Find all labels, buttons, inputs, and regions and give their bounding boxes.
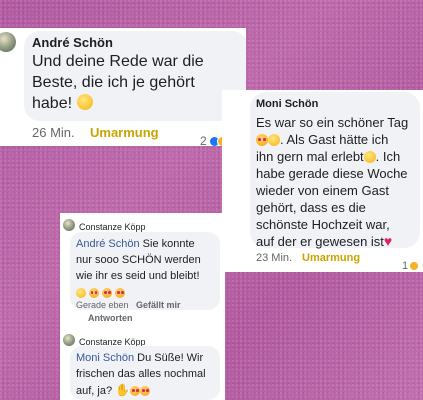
- hug-reaction-button[interactable]: Umarmung: [90, 125, 159, 140]
- avatar[interactable]: [63, 334, 75, 346]
- reply-text: André Schön Sie konnte nur sooo SCHÖN we…: [76, 236, 218, 301]
- blush-emoji-icon: [363, 151, 376, 163]
- reply-text: Moni Schön Du Süße! Wir frischen das all…: [76, 350, 218, 399]
- heart-eyes-emoji-icon: [102, 288, 113, 298]
- praying-hands-icon: ✋: [115, 383, 131, 397]
- reply-line: frischen das alles nochmal: [76, 368, 206, 380]
- reply-line: nur sooo SCHÖN werden: [76, 254, 201, 266]
- heart-eyes-emoji-icon: [140, 386, 151, 396]
- comment-line-text: Ich: [382, 149, 401, 164]
- heart-eyes-emoji-icon: [115, 288, 126, 298]
- comment-timestamp[interactable]: 26 Min.: [32, 125, 75, 140]
- reaction-count: 2: [200, 134, 207, 146]
- comment-text: Es war so ein schöner Tag . Als Gast hät…: [256, 114, 418, 250]
- comment-line-text: ihn gern mal erlebt: [256, 149, 364, 164]
- mention-link[interactable]: Moni Schön: [76, 352, 134, 364]
- reaction-count: 1: [402, 260, 409, 272]
- smile-emoji-icon: [76, 94, 93, 110]
- emoji-row: [76, 285, 218, 301]
- heart-eyes-emoji-icon: [256, 134, 268, 146]
- comment-line: . Als Gast hätte ich: [256, 131, 418, 148]
- reply-line-text: Du Süße! Wir: [137, 352, 204, 364]
- smile-emoji-icon: [268, 134, 280, 146]
- comment-text: Und deine Rede war die Beste, die ich je…: [32, 51, 237, 114]
- comment-text-content: Und deine Rede war die Beste, die ich je…: [32, 53, 204, 112]
- comment-line: schönste Hochzeit war,: [256, 217, 390, 232]
- comment-line: auf der er gewesen ist♥: [256, 233, 418, 250]
- red-heart-icon: ♥: [383, 233, 393, 249]
- reply-line-text: Sie konnte: [142, 238, 195, 250]
- mention-link[interactable]: André Schön: [76, 238, 140, 250]
- comment-line: wieder von einem Gast: [256, 183, 389, 198]
- reply-line-text: auf, ja?: [76, 385, 113, 397]
- reply-timestamp[interactable]: Gerade eben: [76, 300, 129, 310]
- heart-eyes-emoji-icon: [89, 288, 100, 298]
- reply-line: auf, ja? ✋: [76, 382, 218, 399]
- comment-card-moni: Moni Schön Es war so ein schöner Tag . A…: [222, 90, 423, 272]
- comment-line: ihn gern mal erlebt. Ich: [256, 149, 401, 164]
- comment-author[interactable]: Moni Schön: [256, 98, 318, 110]
- heart-eyes-emoji-icon: [130, 386, 141, 396]
- comment-line-text: Als Gast hätte ich: [286, 132, 389, 147]
- comment-author[interactable]: André Schön: [32, 35, 113, 50]
- comment-line: Es war so ein schöner Tag: [256, 115, 409, 130]
- avatar[interactable]: [63, 219, 75, 231]
- comment-timestamp[interactable]: 23 Min.: [256, 252, 292, 264]
- comment-line-text: auf der er gewesen ist: [256, 234, 384, 249]
- avatar[interactable]: [0, 32, 16, 52]
- hug-reaction-button[interactable]: Umarmung: [302, 252, 360, 264]
- care-reaction-icon: [409, 261, 420, 271]
- reply-button[interactable]: Antworten: [88, 313, 133, 323]
- like-button[interactable]: Gefällt mir: [136, 300, 181, 310]
- comment-line: gehört, dass es die: [256, 200, 366, 215]
- reply-line: wie ihr es seid und bleibt!: [76, 270, 200, 282]
- reply-line: André Schön Sie konnte: [76, 236, 218, 252]
- reply-card: Constanze Köpp André Schön Sie konnte nu…: [60, 213, 225, 400]
- reply-line: Moni Schön Du Süße! Wir: [76, 350, 218, 366]
- smile-emoji-icon: [76, 288, 86, 298]
- comment-card-andre: André Schön Und deine Rede war die Beste…: [0, 28, 246, 146]
- reaction-count-badge[interactable]: 1: [402, 260, 420, 272]
- reply-author[interactable]: Constanze Köpp: [79, 222, 146, 232]
- comment-line: habe gerade diese Woche: [256, 166, 408, 181]
